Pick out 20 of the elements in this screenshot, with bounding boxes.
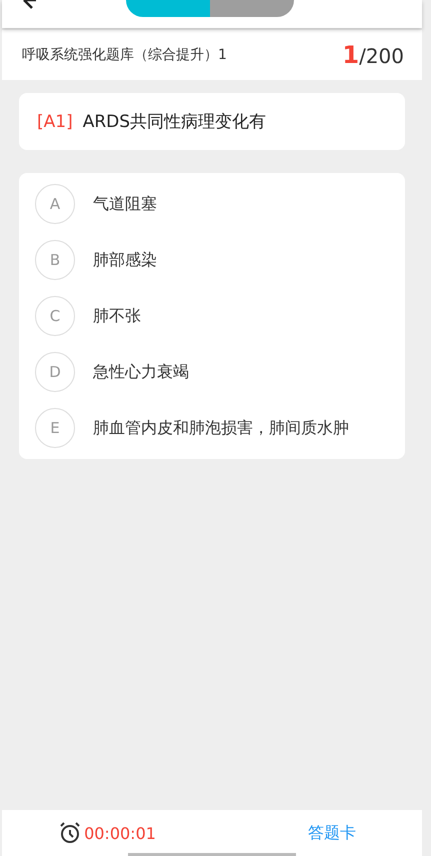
option-text[interactable]: 急性心力衰竭 — [93, 362, 189, 382]
mode-tab[interactable] — [126, 0, 210, 17]
option-text[interactable]: 肺部感染 — [93, 250, 157, 270]
option-letter[interactable]: D — [35, 352, 75, 392]
question-text: ARDS共同性病理变化有 — [82, 111, 266, 133]
option-text[interactable]: 肺不张 — [93, 306, 141, 326]
question-type: [A1] — [37, 112, 73, 132]
option-letter[interactable]: C — [35, 296, 75, 336]
option-letter[interactable]: E — [35, 408, 75, 448]
option-letter[interactable]: A — [35, 184, 75, 224]
bank-title: 呼吸系统强化题库（综合提升）1 — [22, 46, 227, 64]
alarm-clock-icon — [58, 821, 82, 845]
option-letter[interactable]: B — [35, 240, 75, 280]
option-text[interactable]: 气道阻塞 — [93, 194, 157, 214]
back-icon[interactable] — [22, 0, 38, 10]
question-counter: 1/200 — [342, 41, 404, 69]
option-text[interactable]: 肺血管内皮和肺泡损害，肺间质水肿 — [93, 418, 349, 438]
mode-tab[interactable] — [210, 0, 294, 17]
timer: 00:00:01 — [84, 824, 156, 842]
answer-card-button[interactable]: 答题卡 — [308, 822, 356, 844]
